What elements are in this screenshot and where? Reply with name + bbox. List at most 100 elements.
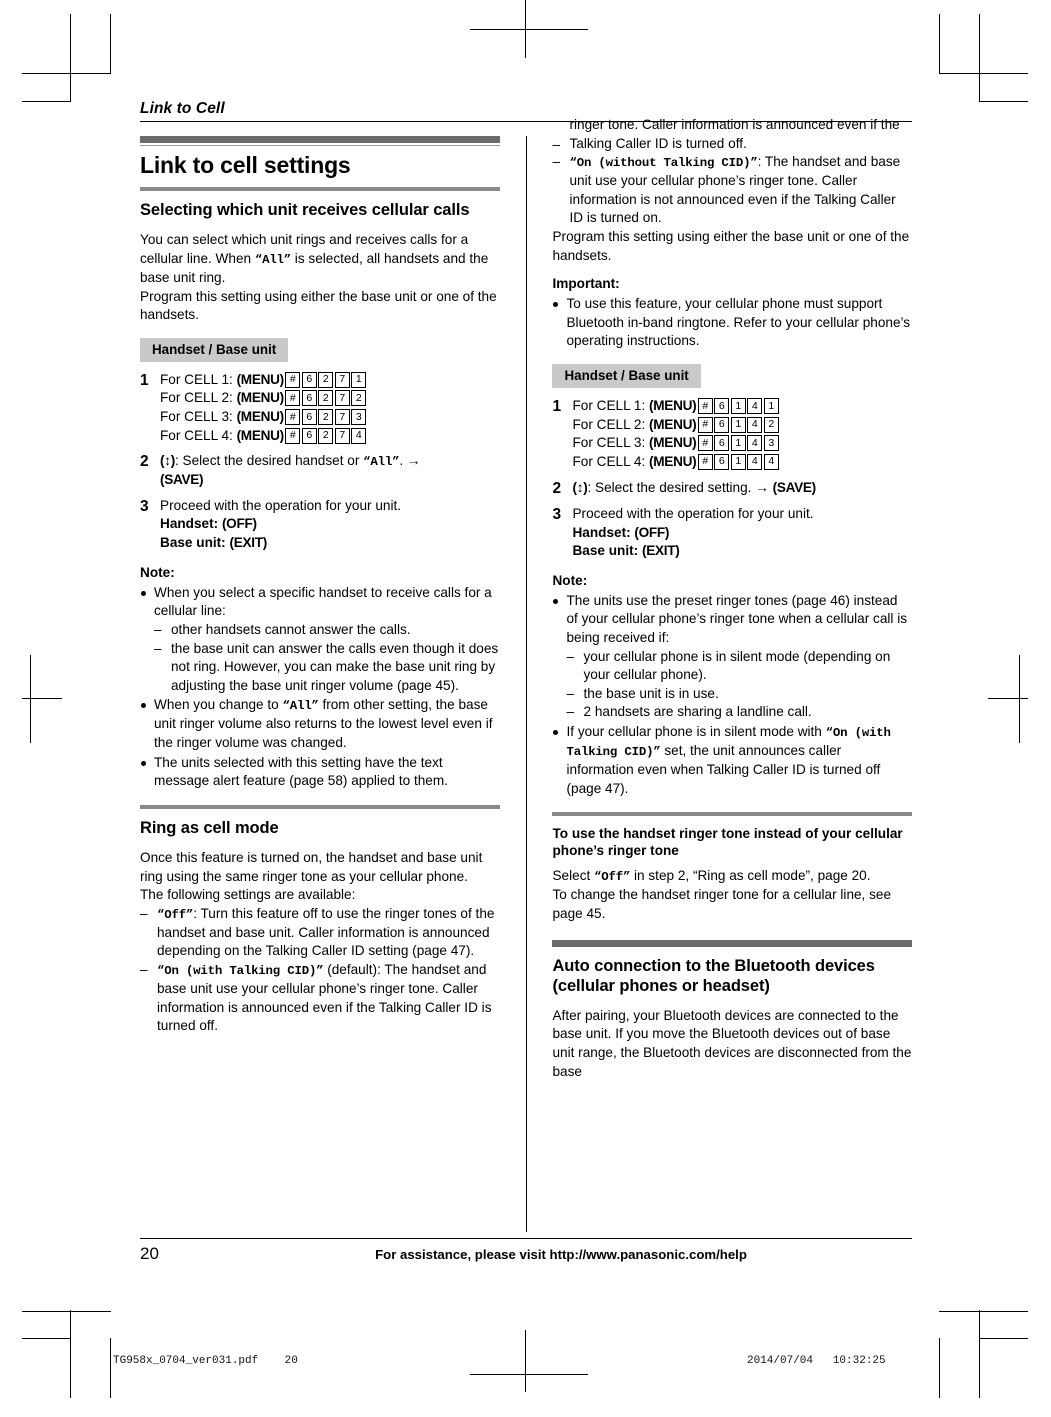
option-mono-on-with-cid: “On (with Talking CID)”: [157, 963, 324, 978]
note-subitem: your cellular phone is in silent mode (d…: [566, 648, 912, 685]
note-label-ring-as-cell: Note:: [552, 572, 588, 588]
key-box: 7: [334, 427, 350, 444]
left-column: Link to cell settings Selecting which un…: [140, 136, 514, 1232]
key-box: 6: [301, 390, 317, 407]
save-key: (SAVE): [160, 472, 204, 488]
note-mono-all: “All”: [282, 699, 319, 714]
section-heading-auto-connection: Auto connection to the Bluetooth devices…: [552, 956, 875, 995]
section-heading-ring-as-cell: Ring as cell mode: [140, 818, 279, 837]
note-label-selecting: Note:: [140, 564, 175, 580]
key-box: 2: [351, 390, 367, 407]
handset-label: Handset:: [160, 516, 222, 532]
key-box: #: [697, 416, 713, 433]
cell-label: For CELL 3:: [160, 409, 237, 425]
key-box: 6: [301, 371, 317, 388]
key-box: 6: [714, 416, 730, 433]
registration-mark-top: [470, 0, 588, 60]
step-number: 1: [552, 398, 562, 416]
option-text: : Turn this feature off to use the ringe…: [157, 905, 495, 959]
unit-tag-selecting: Handset / Base unit: [140, 337, 289, 362]
off-key: (OFF): [221, 516, 257, 532]
unit-tag-ring-as-cell: Handset / Base unit: [552, 364, 701, 389]
program-note: Program this setting using either the ba…: [552, 229, 910, 263]
note-item: The units use the preset ringer tones (p…: [552, 592, 912, 722]
key-box: 4: [747, 398, 763, 415]
section-bar-auto-connection: [552, 939, 912, 947]
two-column-body: Link to cell settings Selecting which un…: [140, 117, 912, 1232]
note-text: When you select a specific handset to re…: [154, 584, 492, 619]
selecting-intro-1: You can select which unit rings and rece…: [140, 231, 500, 324]
crop-mark-top-left: [22, 14, 112, 102]
key-box: #: [697, 435, 713, 452]
step-line: For CELL 1: (MENU) #6 1 4 1: [572, 397, 912, 416]
note-subitems: other handsets cannot answer the calls. …: [154, 621, 500, 695]
intro-text-2: The following settings are available:: [140, 887, 356, 903]
option-item: “On (without Talking CID)”: The handset …: [552, 153, 912, 228]
crop-mark-middle-right: [938, 655, 1028, 743]
note-item: If your cellular phone is in silent mode…: [552, 723, 912, 798]
option-mono-off: “Off”: [157, 907, 194, 922]
option-item: “On (with Talking CID)” (default): The h…: [140, 961, 500, 1036]
intro-mono-all: “All”: [254, 253, 292, 268]
key-box: 4: [763, 453, 779, 470]
section-rule-ring-as-cell: [140, 804, 500, 809]
section-rule-handset-ringer: [552, 812, 912, 817]
note-item: When you select a specific handset to re…: [140, 584, 500, 696]
cell-label: For CELL 1:: [160, 371, 237, 387]
key-box: 1: [730, 435, 746, 452]
step-line: For CELL 4: (MENU) #6 1 4 4: [572, 453, 912, 472]
exit-key: (EXIT): [641, 543, 680, 559]
key-box: 1: [730, 416, 746, 433]
cell-label: For CELL 3:: [572, 435, 650, 451]
section-rule: [140, 187, 500, 192]
key-box: 2: [318, 371, 334, 388]
arrow-icon: →: [406, 453, 421, 469]
note-subitem: 2 handsets are sharing a landline call.: [566, 703, 912, 722]
ring-as-cell-option-3: “On (without Talking CID)”: The handset …: [552, 153, 912, 228]
column-divider: [525, 136, 527, 1232]
step-content: For CELL 1: (MENU) #6 2 7 1 For CELL 2: (MEN…: [160, 371, 500, 445]
metadata-timestamp: 2014/07/04 10:32:25: [747, 1355, 886, 1367]
step-number: 1: [140, 371, 149, 389]
key-box: 2: [318, 427, 334, 444]
menu-key: (MENU): [649, 453, 697, 469]
key-box: #: [285, 409, 301, 426]
step-line: For CELL 1: (MENU) #6 2 7 1: [160, 371, 500, 390]
cell-label: For CELL 2:: [160, 390, 237, 406]
navigator-key-icon: (↕): [572, 479, 588, 495]
step-mono-all: “All”: [363, 455, 400, 470]
step-line: For CELL 4: (MENU) #6 2 7 4: [160, 427, 500, 446]
key-box: 3: [351, 409, 367, 426]
step-content: (↕): Select the desired handset or “All”…: [160, 452, 500, 490]
key-box: 7: [334, 409, 350, 426]
key-box: 4: [747, 416, 763, 433]
key-box: 7: [334, 371, 350, 388]
option-item: “Off”: Turn this feature off to use the …: [140, 905, 500, 961]
key-box: #: [697, 398, 713, 415]
step-line: For CELL 2: (MENU) #6 1 4 2: [572, 416, 912, 435]
key-box: #: [285, 390, 301, 407]
step-text: Proceed with the operation for your unit…: [572, 505, 814, 521]
handset-ringer-text: Select “Off” in step 2, “Ring as cell mo…: [552, 867, 912, 923]
step-number: 3: [552, 505, 562, 523]
key-box: 4: [351, 427, 367, 444]
handset-label: Handset:: [572, 524, 635, 540]
menu-key: (MENU): [236, 409, 285, 425]
text-c: To change the handset ringer tone for a …: [552, 887, 892, 922]
step-1-selecting: 1 For CELL 1: (MENU) #6 2 7 1 For CELL 2: (M…: [140, 371, 500, 445]
text-a: Select: [552, 868, 595, 884]
note-subitem: other handsets cannot answer the calls.: [154, 621, 500, 640]
intro-text-1: Once this feature is turned on, the hand…: [140, 849, 483, 884]
key-box: #: [285, 427, 301, 444]
right-column: ringer tone. Caller information is annou…: [538, 117, 912, 1232]
crop-mark-bottom-left: [22, 1310, 112, 1398]
note-subitems: your cellular phone is in silent mode (d…: [566, 648, 912, 722]
step-number: 2: [140, 453, 149, 471]
key-box: 6: [301, 409, 317, 426]
key-box: 6: [714, 453, 730, 470]
step-1-ring-as-cell: 1 For CELL 1: (MENU) #6 1 4 1 For CELL 2: (M…: [552, 397, 912, 471]
step-content: (↕): Select the desired setting. → (SAVE…: [572, 479, 912, 498]
note-item: When you change to “All” from other sett…: [140, 696, 500, 752]
save-key: (SAVE): [772, 479, 817, 495]
key-box: #: [285, 371, 301, 388]
